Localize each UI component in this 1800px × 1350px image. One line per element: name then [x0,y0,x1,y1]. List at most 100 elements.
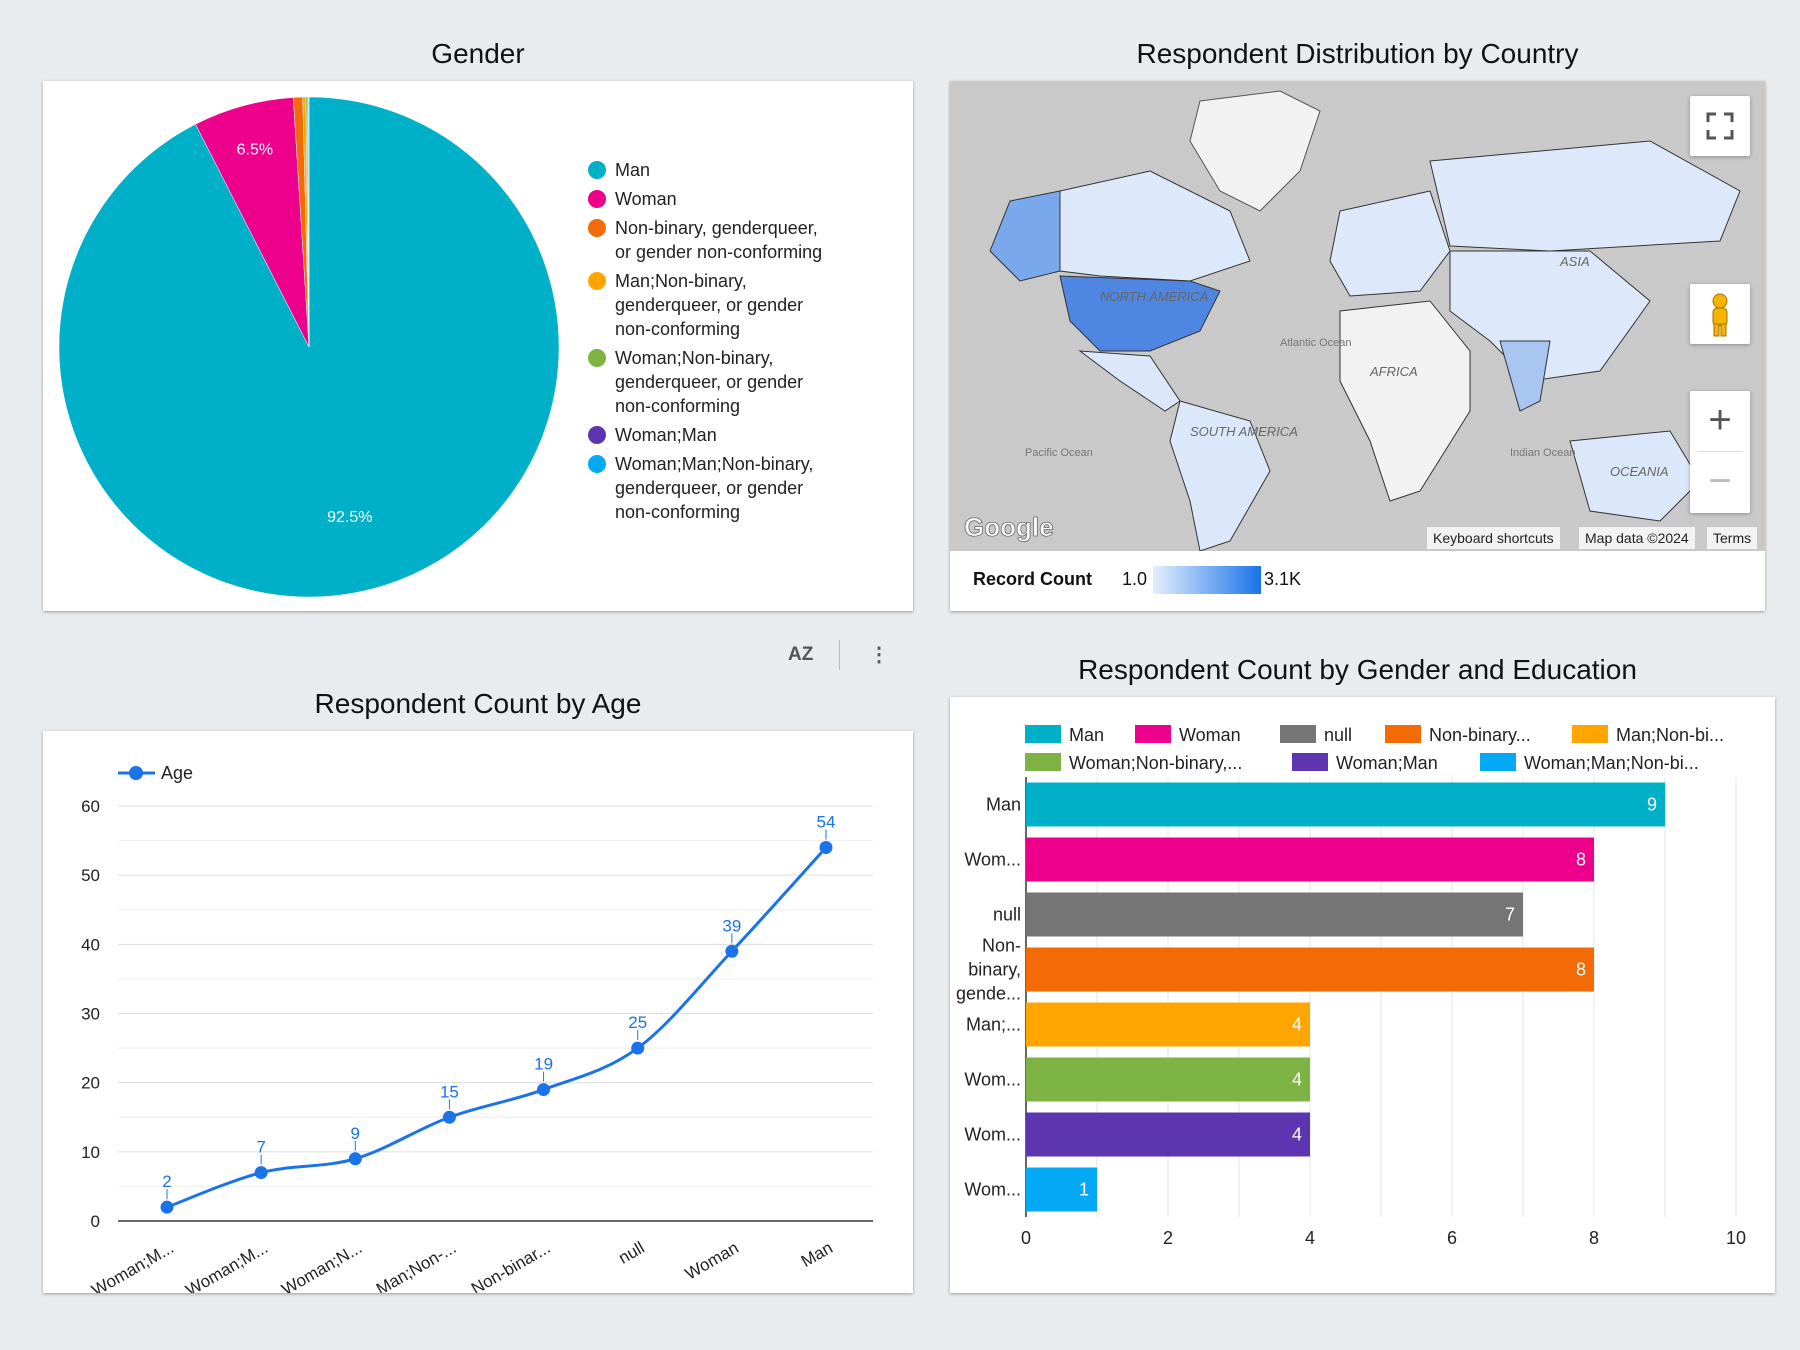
edu-bar-0 [1026,782,1665,827]
legend-swatch-3 [588,272,606,290]
y-tick-label: 50 [81,866,100,885]
legend-label: Non-binary, genderqueer, [615,218,818,238]
age-legend-marker [129,766,143,780]
edu-legend-swatch-0 [1025,725,1061,743]
legend-label: Woman [615,189,677,209]
age-data-point [254,1166,268,1180]
colorbar-max: 3.1K [1264,569,1302,589]
ocean-label-oceania: OCEANIA [1610,464,1669,479]
ocean-label-pacific: Pacific Ocean [1025,447,1093,459]
zoom-controls: + − [1690,391,1750,513]
age-data-label: 39 [722,916,741,935]
legend-label: Woman;Non-binary, [615,348,773,368]
age-chart-title: Respondent Count by Age [314,688,642,719]
edu-bar-2 [1026,892,1523,937]
fullscreen-icon [1706,112,1734,140]
age-data-label: 25 [628,1013,647,1032]
x-tick-label: Woman;M... [183,1238,272,1293]
fullscreen-button[interactable] [1690,96,1750,156]
x-tick-label: null [615,1238,647,1268]
edu-legend-swatch-4 [1572,725,1608,743]
y-tick-label: Wom... [964,1180,1021,1200]
edu-bar-1 [1026,837,1594,882]
y-tick-label: gende... [956,984,1021,1004]
edu-legend-label: null [1324,725,1352,745]
edu-chart-card: Man Woman null Non-binary... Man;Non-bi... Wo… [950,697,1775,1293]
legend-swatch-2 [588,219,606,237]
y-tick-label: Man [986,795,1021,815]
y-tick-label: Non- [982,936,1021,956]
keyboard-shortcuts-link[interactable]: Keyboard shortcuts [1427,527,1560,549]
ocean-label-asia: ASIA [1559,254,1590,269]
toolbar-divider [839,640,840,670]
age-legend-label: Age [161,763,193,783]
x-tick-label: 4 [1305,1228,1315,1248]
legend-label: non-conforming [615,396,740,416]
age-data-label: 7 [256,1138,265,1157]
age-data-point [160,1200,174,1214]
ocean-label-africa: AFRICA [1369,364,1418,379]
age-data-point [819,841,833,854]
edu-legend-label: Man;Non-bi... [1616,725,1724,745]
edu-bar-label: 9 [1647,795,1657,815]
gender-chart-title: Gender [431,38,525,69]
colorbar-label: Record Count [973,569,1092,589]
x-tick-label: Woman;M... [88,1238,177,1293]
map-chart-title: Respondent Distribution by Country [1136,38,1579,69]
sort-az-icon[interactable]: AZ [788,644,813,666]
edu-legend-swatch-6 [1292,753,1328,771]
terms-link[interactable]: Terms [1707,527,1758,549]
y-tick-label: 60 [81,797,100,816]
ocean-label-atlantic: Atlantic Ocean [1280,337,1352,349]
age-data-label: 54 [817,813,836,832]
ocean-label-north-america: NORTH AMERICA [1100,289,1208,304]
x-tick-label: 6 [1447,1228,1457,1248]
legend-label: genderqueer, or gender [615,372,803,392]
zoom-in-button[interactable]: + [1690,391,1750,451]
edu-legend-label: Man [1069,725,1104,745]
edu-legend-label: Woman [1179,725,1241,745]
y-tick-label: null [993,905,1021,925]
age-data-label: 2 [162,1172,171,1191]
legend-label: Man [615,160,650,180]
edu-bar-6 [1026,1112,1310,1157]
more-vert-icon[interactable]: ⋮ [869,642,889,667]
age-data-point [725,944,739,958]
world-map[interactable]: NORTH AMERICA Atlantic Ocean ASIA AFRICA… [950,81,1765,551]
street-view-pegman[interactable] [1690,284,1750,344]
edu-legend-label: Non-binary... [1429,725,1531,745]
edu-bar-4 [1026,1002,1310,1047]
education-bar-chart: Man Woman null Non-binary... Man;Non-bi... Wo… [956,725,1746,1248]
edu-legend-swatch-7 [1480,753,1516,771]
pie-data-label: 6.5% [237,141,273,158]
edu-legend-label: Woman;Man [1336,753,1438,773]
legend-label: or gender non-conforming [615,242,822,262]
legend-swatch-4 [588,349,606,367]
gender-pie-chart: 92.5% 6.5% Man Woman Non-binary, genderqueer… [58,96,822,598]
edu-bar-label: 4 [1292,1015,1302,1035]
y-tick-label: 0 [91,1212,100,1231]
x-tick-label: Woman;N... [278,1238,365,1293]
pegman-icon [1712,293,1728,337]
y-tick-label: 20 [81,1074,100,1093]
legend-label: Man;Non-binary, [615,271,747,291]
edu-bar-label: 4 [1292,1070,1302,1090]
age-data-point [442,1110,456,1124]
edu-bar-label: 4 [1292,1125,1302,1145]
ocean-label-indian: Indian Ocean [1510,447,1575,459]
x-tick-label: 10 [1726,1228,1746,1248]
colorbar-gradient [1153,566,1261,594]
x-tick-label: Man [798,1238,836,1271]
edu-legend-swatch-2 [1280,725,1316,743]
zoom-out-button[interactable]: − [1690,452,1750,512]
y-tick-label: 10 [81,1143,100,1162]
edu-bar-label: 8 [1576,850,1586,870]
legend-label: non-conforming [615,502,740,522]
legend-label: Woman;Man;Non-binary, [615,454,813,474]
pie-data-label: 92.5% [327,509,372,526]
map-chart-card: NORTH AMERICA Atlantic Ocean ASIA AFRICA… [950,81,1765,611]
age-data-label: 15 [440,1082,459,1101]
legend-label: non-conforming [615,319,740,339]
x-tick-label: 2 [1163,1228,1173,1248]
x-tick-label: Man;Non-... [373,1238,459,1293]
